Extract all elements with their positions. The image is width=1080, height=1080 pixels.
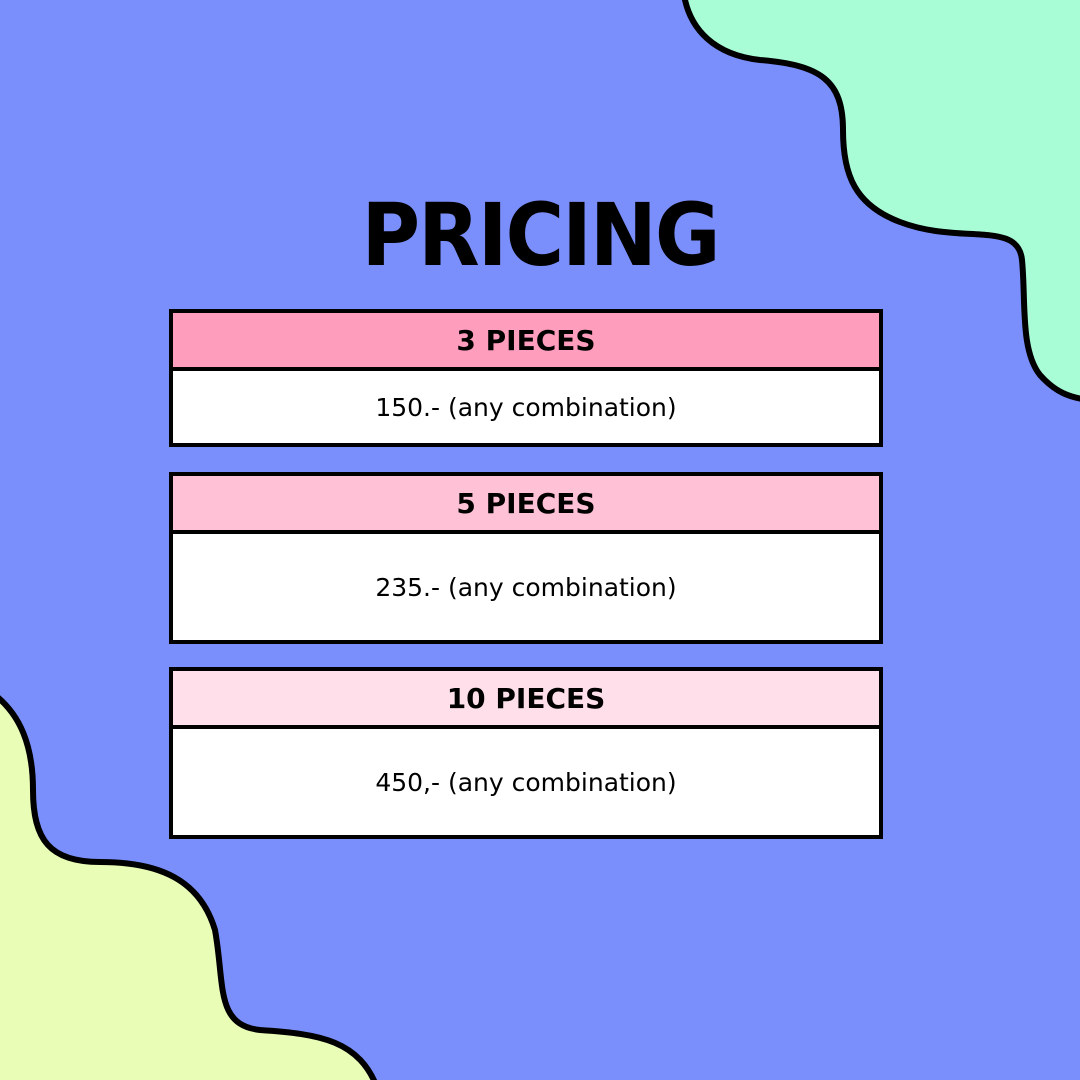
card-price: 150.- (any combination)	[375, 392, 677, 422]
card-price: 450,- (any combination)	[375, 767, 677, 797]
card-header: 3 PIECES	[173, 313, 879, 371]
page-title: PRICING	[361, 185, 720, 286]
card-header: 10 PIECES	[173, 671, 879, 729]
card-header: 5 PIECES	[173, 476, 879, 534]
pricing-card-10-pieces: 10 PIECES 450,- (any combination)	[169, 667, 883, 839]
pricing-canvas: PRICING 3 PIECES 150.- (any combination)…	[0, 0, 1080, 1080]
pricing-card-5-pieces: 5 PIECES 235.- (any combination)	[169, 472, 883, 644]
pricing-card-3-pieces: 3 PIECES 150.- (any combination)	[169, 309, 883, 447]
card-price: 235.- (any combination)	[375, 572, 677, 602]
